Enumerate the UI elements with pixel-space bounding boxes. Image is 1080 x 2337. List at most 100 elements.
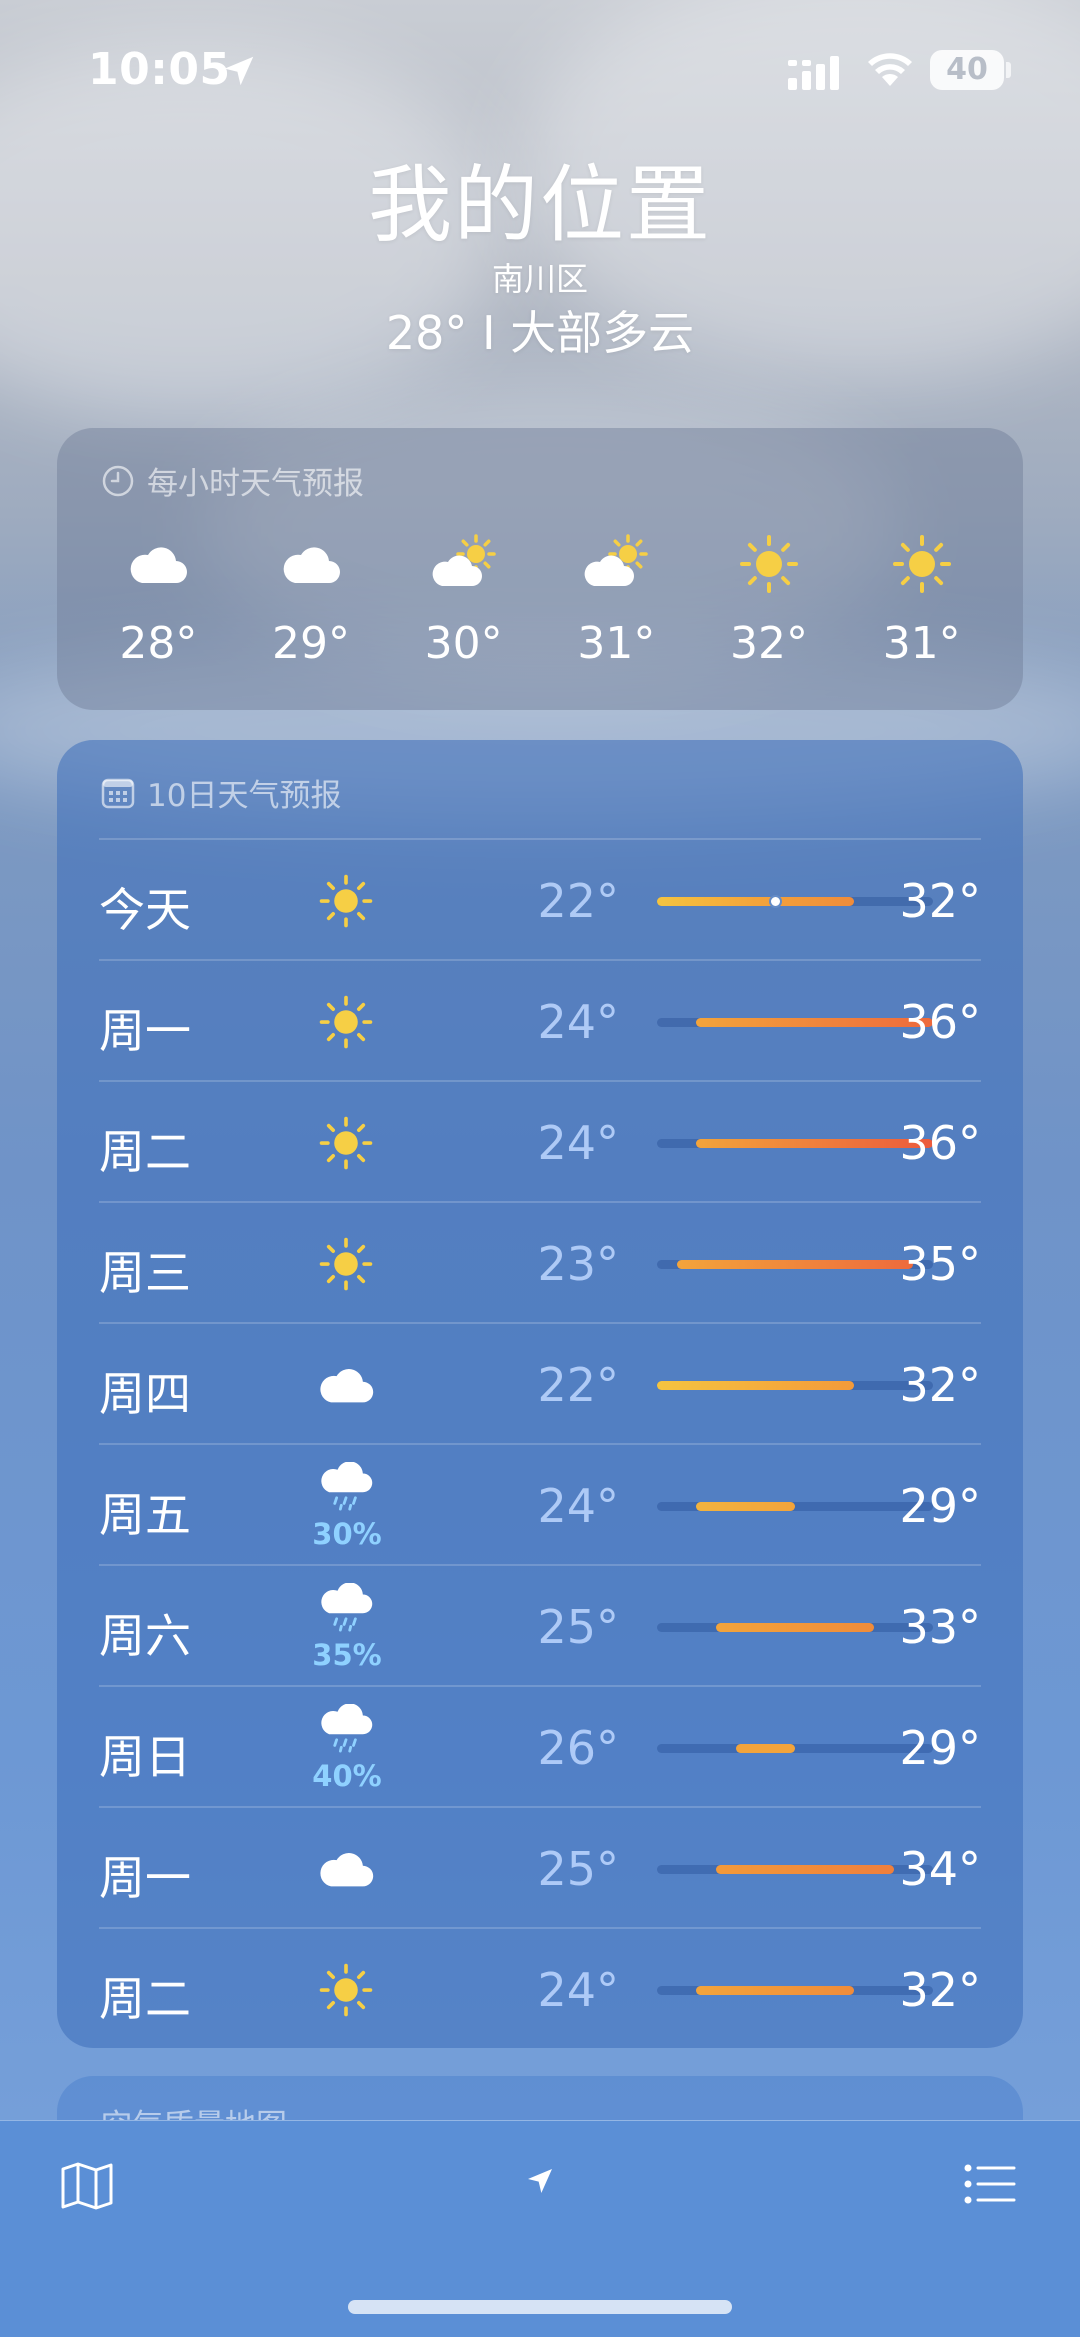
temperature-range-bar [657, 1018, 933, 1027]
wifi-icon [868, 53, 912, 86]
low-temp: 25° [537, 1842, 619, 1896]
rain-icon [309, 1699, 383, 1759]
day-label: 周一 [99, 1851, 191, 1905]
high-temp: 29° [899, 1479, 981, 1533]
day-label: 周二 [99, 1972, 191, 2026]
hourly-temp: 32° [730, 618, 809, 669]
precipitation-chance: 35% [312, 1638, 382, 1672]
hourly-temp: 31° [882, 618, 961, 669]
page-title: 我的位置 [367, 156, 712, 254]
low-temp: 24° [537, 995, 619, 1049]
temperature-range-fill [657, 1381, 855, 1390]
daily-row[interactable]: 周一 25° 34° [99, 1806, 981, 1927]
hourly-item: 31° [540, 528, 693, 669]
map-icon[interactable] [60, 2161, 114, 2211]
location-arrow-icon[interactable] [524, 2165, 556, 2197]
daily-row[interactable]: 周四 22° 32° [99, 1322, 981, 1443]
daily-forecast-title: 10日天气预报 [147, 778, 342, 814]
daily-forecast-header: 10日天气预报 [101, 770, 341, 815]
hourly-item: 30° [387, 528, 540, 669]
sun-icon [309, 864, 383, 938]
hourly-item: 32° [693, 528, 846, 669]
precipitation-chance: 30% [312, 1517, 382, 1551]
low-temp: 22° [537, 874, 619, 928]
daily-row[interactable]: 周二 24° 36° [99, 1080, 981, 1201]
temperature-range-bar [657, 1381, 933, 1390]
cloud-icon [235, 528, 388, 600]
daily-row[interactable]: 周三 23° 35° [99, 1201, 981, 1322]
cloud-icon [309, 1832, 383, 1906]
high-temp: 34° [899, 1842, 981, 1896]
hourly-temp: 29° [272, 618, 350, 669]
temperature-range-bar [657, 895, 933, 908]
clock-icon [102, 465, 134, 496]
hourly-temp: 30° [424, 618, 503, 669]
day-label: 周二 [99, 1125, 191, 1179]
day-label: 周三 [99, 1246, 191, 1300]
high-temp: 32° [899, 1963, 981, 2017]
temperature-range-bar [657, 1623, 933, 1632]
cloud-icon [309, 1348, 383, 1422]
day-label: 周一 [99, 1004, 191, 1058]
temperature-range-fill [696, 1502, 795, 1511]
sun-icon [693, 528, 846, 600]
partly-cloudy-icon [387, 528, 540, 600]
sun-icon [309, 1106, 383, 1180]
location-header: 我的位置 南川区 28° Ⅰ 大部多云 [0, 155, 1080, 365]
temperature-range-bar [657, 1502, 933, 1511]
low-temp: 24° [537, 1116, 619, 1170]
temperature-range-fill [657, 897, 855, 906]
low-temp: 24° [537, 1963, 619, 2017]
temperature-range-bar [657, 1139, 933, 1148]
high-temp: 36° [899, 1116, 981, 1170]
hourly-list[interactable]: 28° 29° 30° 31° 32° 31° [82, 528, 998, 669]
low-temp: 25° [537, 1600, 619, 1654]
low-temp: 24° [537, 1479, 619, 1533]
signal-icon [788, 56, 839, 90]
sun-icon [845, 528, 998, 600]
battery-tip [1006, 62, 1011, 78]
cloud-icon [82, 528, 235, 600]
low-temp: 23° [537, 1237, 619, 1291]
daily-row[interactable]: 今天 22° 32° [99, 838, 981, 959]
battery-indicator: 40 [930, 50, 1004, 90]
temperature-range-fill [735, 1744, 795, 1753]
status-bar: 10:05 40 [0, 0, 1080, 140]
high-temp: 36° [899, 995, 981, 1049]
daily-row[interactable]: 周二 24° 32° [99, 1927, 981, 2048]
temperature-range-bar [657, 1865, 933, 1874]
temperature-range-bar [657, 1744, 933, 1753]
daily-forecast-card[interactable]: 10日天气预报 今天 22° 32° 周一 24° 36° 周二 24° 36° 周三 23° 35°… [57, 740, 1023, 2048]
partly-cloudy-icon [540, 528, 693, 600]
hourly-item: 29° [235, 528, 388, 669]
hourly-forecast-card[interactable]: 每小时天气预报 28° 29° 30° 31° 32° 31° [57, 428, 1023, 710]
rain-icon [309, 1457, 383, 1517]
list-icon[interactable] [964, 2163, 1016, 2205]
high-temp: 32° [899, 874, 981, 928]
home-indicator[interactable] [348, 2300, 732, 2314]
day-label: 周五 [99, 1488, 191, 1542]
high-temp: 32° [899, 1358, 981, 1412]
daily-row[interactable]: 周五 30% 24° 29° [99, 1443, 981, 1564]
hourly-temp: 28° [119, 618, 198, 669]
high-temp: 35° [899, 1237, 981, 1291]
hourly-item: 28° [82, 528, 235, 669]
high-temp: 33° [899, 1600, 981, 1654]
temperature-range-fill [696, 1986, 855, 1995]
day-label: 周日 [99, 1730, 191, 1784]
high-temp: 29° [899, 1721, 981, 1775]
temperature-range-fill [716, 1623, 874, 1632]
location-arrow-icon [224, 56, 254, 86]
rain-icon [309, 1578, 383, 1638]
district-label: 南川区 [491, 260, 588, 298]
daily-list: 今天 22° 32° 周一 24° 36° 周二 24° 36° 周三 23° 35° 周四 22° 32°… [99, 838, 981, 2048]
hourly-forecast-title: 每小时天气预报 [147, 466, 364, 502]
low-temp: 22° [537, 1358, 619, 1412]
daily-row[interactable]: 周一 24° 36° [99, 959, 981, 1080]
daily-row[interactable]: 周日 40% 26° 29° [99, 1685, 981, 1806]
hourly-forecast-header: 每小时天气预报 [101, 458, 364, 503]
temperature-range-fill [696, 1018, 933, 1027]
daily-row[interactable]: 周六 35% 25° 33° [99, 1564, 981, 1685]
temperature-range-bar [657, 1986, 933, 1995]
precipitation-chance: 40% [312, 1759, 382, 1793]
